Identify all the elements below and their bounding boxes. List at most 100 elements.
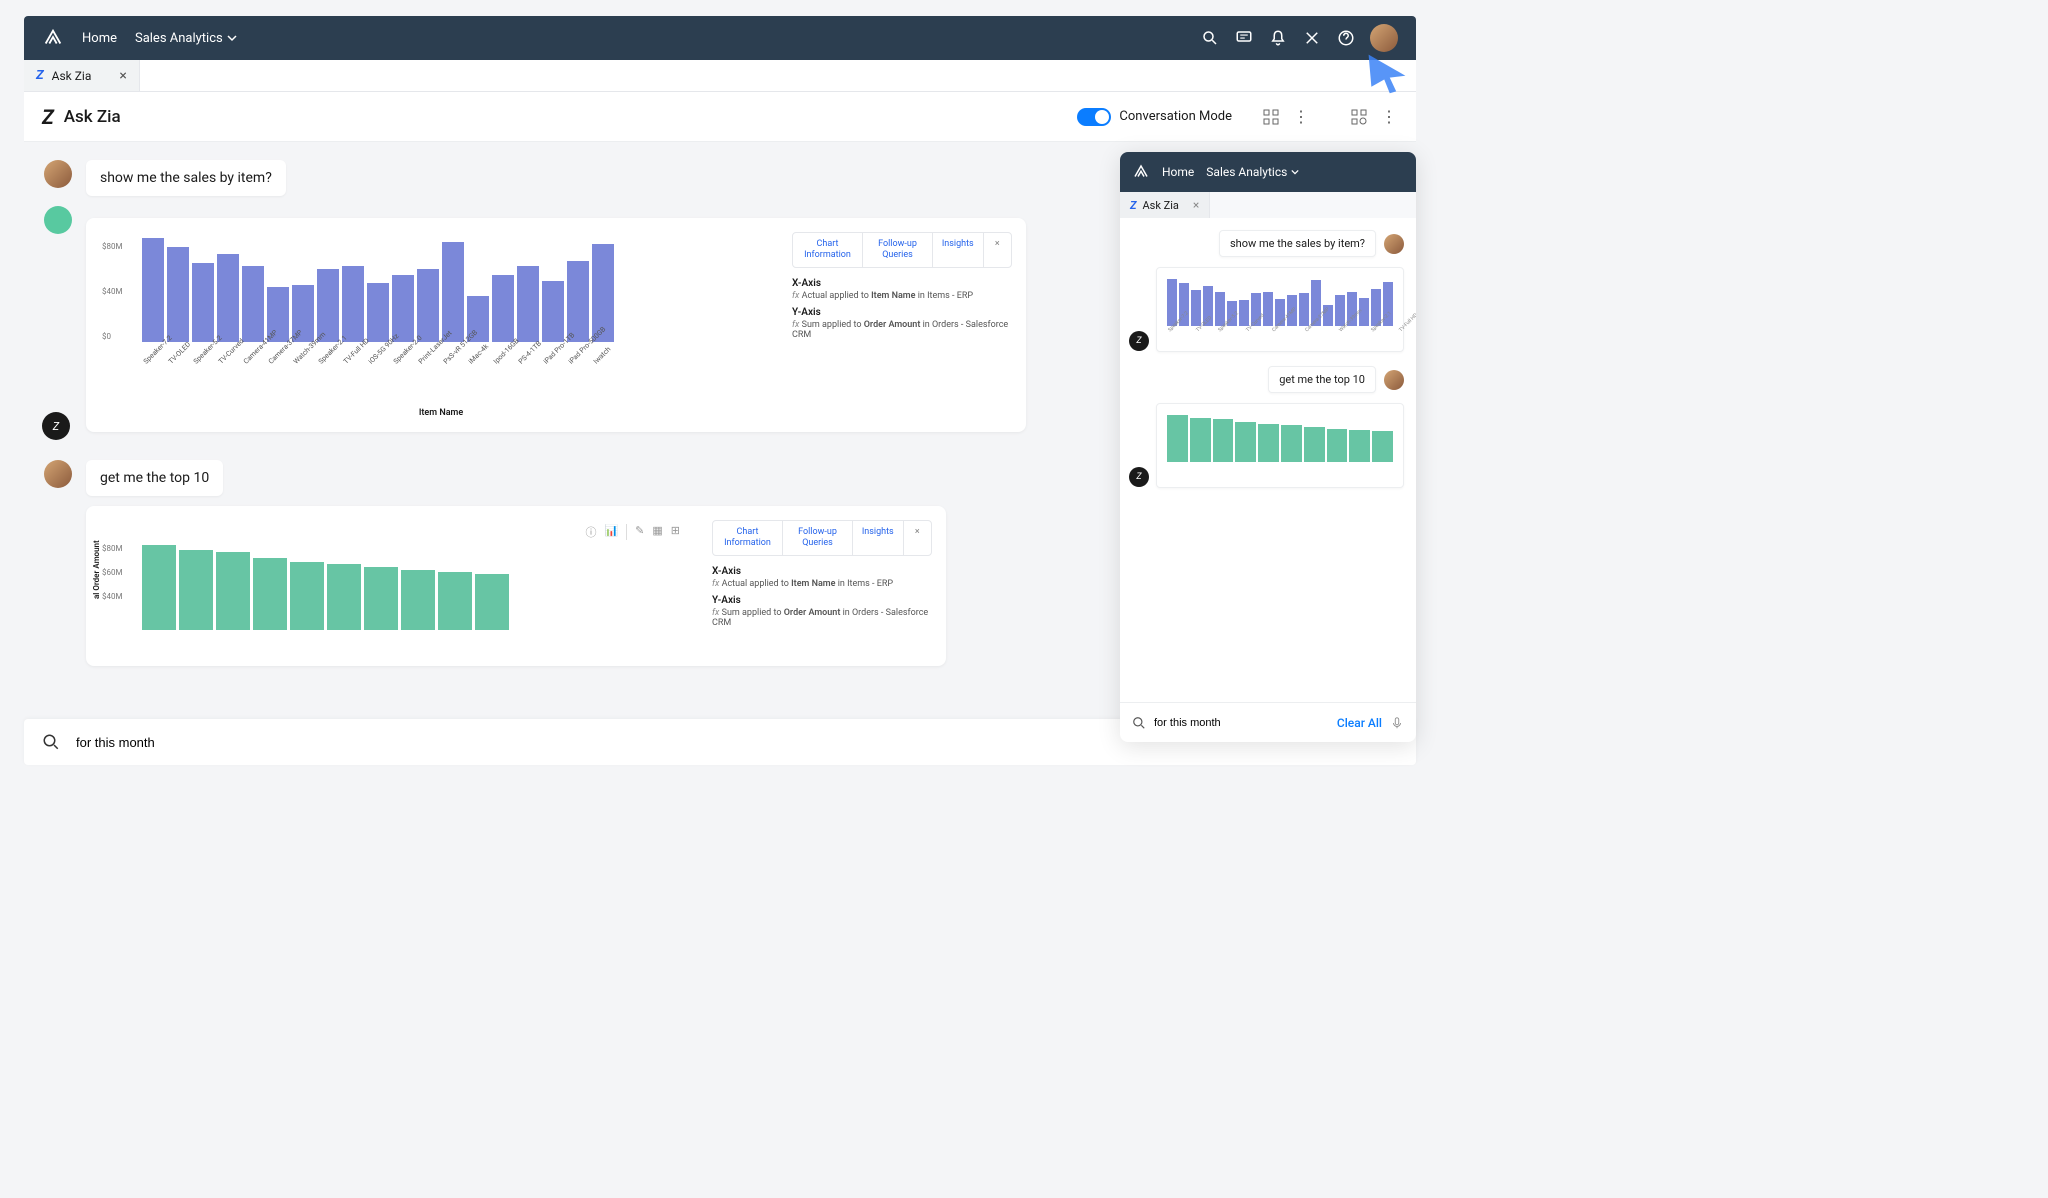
mini-bubble: get me the top 10 xyxy=(1268,366,1376,393)
bar xyxy=(290,562,324,630)
mini-tab-bar: Z Ask Zia × xyxy=(1120,192,1416,218)
bar xyxy=(364,567,398,630)
zia-icon: Z xyxy=(36,68,44,83)
side-tab-insights[interactable]: Insights xyxy=(933,233,984,267)
x-axis-label: X-Axis xyxy=(712,566,932,577)
bar xyxy=(242,266,264,342)
x-axis-desc: fx Actual applied to Item Name in Items … xyxy=(792,291,1012,301)
grid-icon[interactable] xyxy=(1262,108,1280,126)
chat-icon[interactable] xyxy=(1234,28,1254,48)
mini-chart-2: Z xyxy=(1156,403,1404,488)
mini-body: show me the sales by item? Z Speaker-7.2… xyxy=(1120,218,1416,702)
bar xyxy=(401,570,435,630)
conversation-mode-label: Conversation Mode xyxy=(1119,109,1232,124)
tools-icon[interactable] xyxy=(1302,28,1322,48)
bar xyxy=(167,247,189,342)
xlabel: TV-Full HD xyxy=(1398,312,1416,341)
mini-tab-ask-zia[interactable]: Z Ask Zia × xyxy=(1120,192,1210,218)
clear-all-button[interactable]: Clear All xyxy=(1337,716,1382,730)
more-icon-2[interactable]: ⋮ xyxy=(1380,108,1398,126)
tab-ask-zia[interactable]: Z Ask Zia × xyxy=(24,60,140,91)
side-tab-chart-info[interactable]: Chart Information xyxy=(793,233,863,267)
cursor-arrow-icon xyxy=(1364,50,1410,96)
chart-card-2: ⓘ 📊 ✎ ▦ ⊞ al Order Amount $80M $60M $40M… xyxy=(86,506,946,666)
bar xyxy=(217,254,239,342)
bar xyxy=(442,242,464,342)
ytick: $60M xyxy=(102,568,122,577)
bar xyxy=(142,545,176,630)
bar xyxy=(542,281,564,342)
app-logo-icon xyxy=(42,27,64,49)
bar xyxy=(342,266,364,342)
bar xyxy=(517,266,539,342)
zia-badge-icon: Z xyxy=(1129,467,1149,487)
y-axis-desc: fx Sum applied to Order Amount in Orders… xyxy=(712,608,932,628)
mic-icon[interactable] xyxy=(1390,716,1404,730)
bar xyxy=(253,558,287,630)
side-panel-close-icon[interactable]: × xyxy=(904,521,932,555)
help-icon[interactable] xyxy=(1336,28,1356,48)
conversation-mode-toggle[interactable] xyxy=(1077,108,1111,126)
message-bubble: show me the sales by item? xyxy=(86,160,286,196)
zia-icon: Z xyxy=(42,105,54,129)
zia-icon: Z xyxy=(1130,199,1136,212)
search-icon xyxy=(1132,716,1146,730)
mini-user-message: show me the sales by item? xyxy=(1132,230,1404,257)
info-icon[interactable]: ⓘ xyxy=(585,524,596,540)
side-tab-followup[interactable]: Follow-up Queries xyxy=(863,233,933,267)
side-panel-close-icon[interactable]: × xyxy=(984,233,1012,267)
mini-search-input[interactable] xyxy=(1154,717,1329,729)
user-avatar-small xyxy=(44,460,72,488)
y-axis-desc: fx Sum applied to Order Amount in Orders… xyxy=(792,320,1012,340)
grid-settings-icon[interactable] xyxy=(1350,108,1368,126)
x-axis-desc: fx Actual applied to Item Name in Items … xyxy=(712,579,932,589)
chart-type-icon[interactable]: 📊 xyxy=(604,524,618,540)
chart-side-panel: Chart Information Follow-up Queries Insi… xyxy=(792,232,1012,418)
ytick: $40M xyxy=(102,592,122,601)
side-tab-insights[interactable]: Insights xyxy=(853,521,904,555)
edit-icon[interactable]: ✎ xyxy=(635,524,644,540)
side-tab-chart-info[interactable]: Chart Information xyxy=(713,521,783,555)
side-tab-followup[interactable]: Follow-up Queries xyxy=(783,521,853,555)
grid-view-icon[interactable]: ⊞ xyxy=(671,524,680,540)
search-icon[interactable] xyxy=(1200,28,1220,48)
mini-nav-sales[interactable]: Sales Analytics xyxy=(1206,165,1299,179)
message-bubble: get me the top 10 xyxy=(86,460,223,496)
nav-sales-analytics[interactable]: Sales Analytics xyxy=(135,31,237,46)
tab-label: Ask Zia xyxy=(52,69,92,83)
zia-badge-icon: Z xyxy=(1129,331,1149,351)
mini-search-bar: Clear All xyxy=(1120,702,1416,742)
bell-icon[interactable] xyxy=(1268,28,1288,48)
chart-side-panel: Chart Information Follow-up Queries Insi… xyxy=(712,520,932,652)
page-header: Z Ask Zia Conversation Mode ⋮ ⋮ xyxy=(24,92,1416,142)
user-avatar[interactable] xyxy=(1370,24,1398,52)
y-axis-label: Y-Axis xyxy=(792,307,1012,318)
ytick: $80M xyxy=(102,242,122,251)
chart-1: $80M $40M $0 Speaker-7.2TV-OLEDSpeaker-5… xyxy=(86,232,780,418)
nav-sales-label: Sales Analytics xyxy=(135,31,223,46)
image-icon[interactable]: ▦ xyxy=(652,524,662,540)
bar xyxy=(142,238,164,342)
chevron-down-icon xyxy=(227,33,237,43)
chart-card-1: $80M $40M $0 Speaker-7.2TV-OLEDSpeaker-5… xyxy=(86,218,1026,432)
x-axis-title: Item Name xyxy=(102,408,780,418)
nav-home[interactable]: Home xyxy=(82,31,117,46)
y-axis-label: Y-Axis xyxy=(712,595,932,606)
tab-bar: Z Ask Zia × xyxy=(24,60,1416,92)
mini-tab-close-icon[interactable]: × xyxy=(1193,198,1199,212)
user-avatar-small xyxy=(44,160,72,188)
mini-nav-home[interactable]: Home xyxy=(1162,165,1194,179)
tab-close-icon[interactable]: × xyxy=(119,68,126,84)
bar xyxy=(367,283,389,342)
user-avatar-small xyxy=(1384,234,1404,254)
bar xyxy=(392,275,414,342)
bar xyxy=(327,564,361,630)
x-axis-label: X-Axis xyxy=(792,278,1012,289)
page-title: Z Ask Zia xyxy=(42,105,121,129)
user-avatar-small xyxy=(1384,370,1404,390)
app-logo-icon xyxy=(1132,163,1150,181)
more-icon[interactable]: ⋮ xyxy=(1292,108,1310,126)
ytick: $40M xyxy=(102,287,122,296)
mini-nav: Home Sales Analytics xyxy=(1120,152,1416,192)
search-icon xyxy=(42,733,60,751)
